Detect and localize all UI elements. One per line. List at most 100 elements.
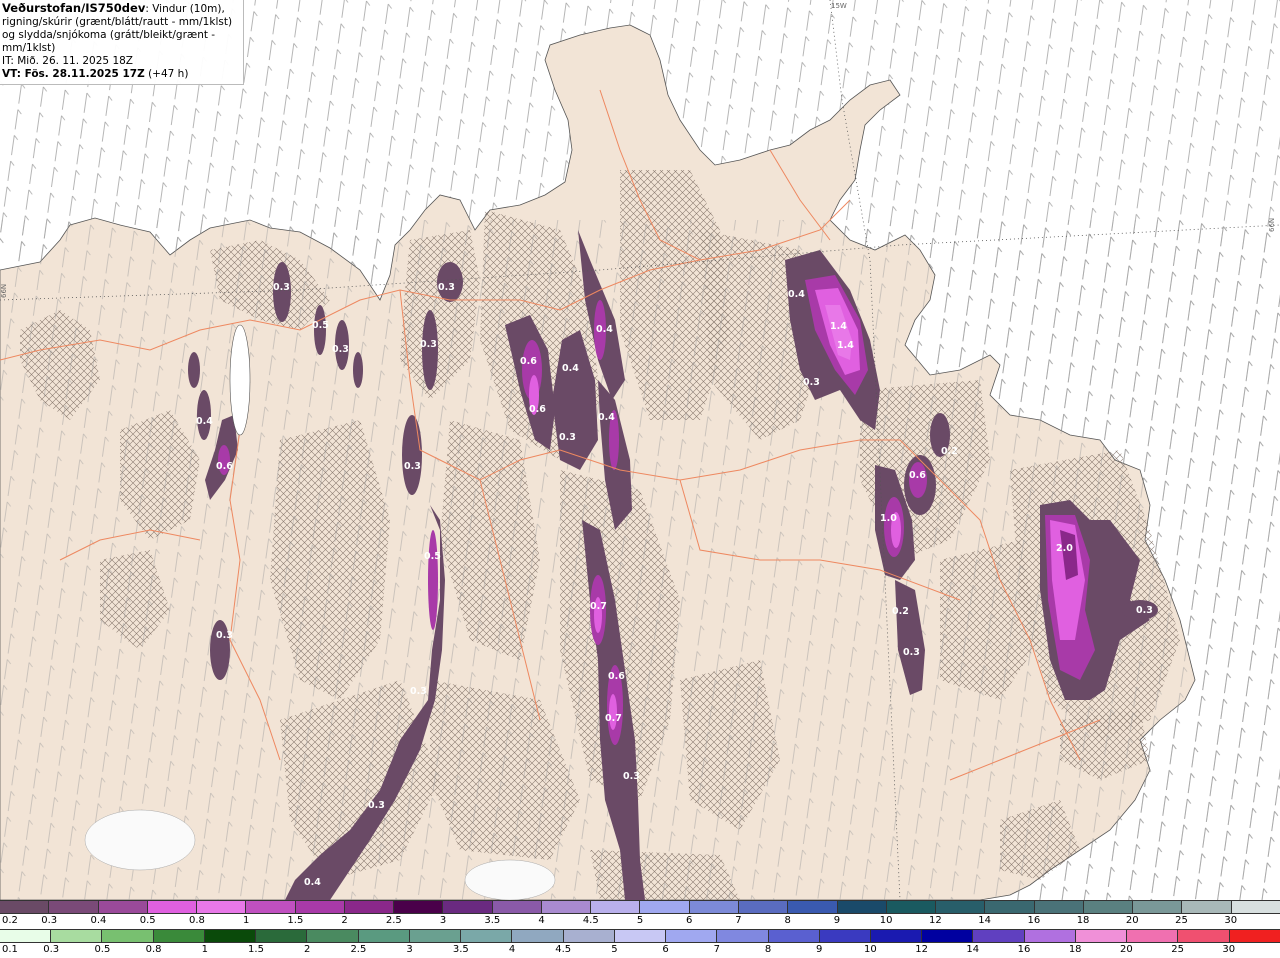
colorbar-swatch <box>640 901 690 913</box>
coord-left: 66N <box>0 283 8 298</box>
colorbar-snow-ticks: 0.2 0.3 0.4 0.5 0.8 1 1.5 2 2.5 3 3.5 4 4.5 5 6 7 8 9 10 12… <box>0 915 1280 928</box>
colorbar-tick-label: 7 <box>713 944 720 955</box>
colorbar-swatch <box>717 930 769 942</box>
precip-label: 0.4 <box>598 412 615 423</box>
colorbar-swatch <box>936 901 986 913</box>
colorbar-swatch <box>837 901 887 913</box>
colorbar-swatch <box>689 901 739 913</box>
colorbar-swatch <box>394 901 444 913</box>
colorbar-tick-label: 0.8 <box>188 915 205 926</box>
colorbar-swatch <box>973 930 1025 942</box>
colorbar-swatch <box>563 930 615 942</box>
precip-label: 0.3 <box>903 647 920 658</box>
ice-patch <box>464 859 556 900</box>
ice-patch <box>84 809 196 871</box>
colorbar-swatch <box>409 930 462 942</box>
colorbar-tick-label: 3.5 <box>484 915 501 926</box>
colorbar-tick-label: 4.5 <box>582 915 599 926</box>
colorbar-tick-label: 8 <box>764 944 772 955</box>
colorbar-swatch <box>492 901 542 913</box>
colorbar-swatch <box>358 930 410 942</box>
colorbar-tick-label: 1.5 <box>248 944 264 955</box>
valid-offset: (+47 h) <box>148 68 189 80</box>
colorbar-tick-label: 10 <box>879 915 893 926</box>
colorbar-tick-label: 5 <box>611 944 618 955</box>
colorbar-tick-label: 2.5 <box>350 944 367 955</box>
precip-label: 0.6 <box>520 356 537 367</box>
colorbar-tick-label: 0.5 <box>94 944 111 955</box>
colorbar-tick-label: 8 <box>784 915 791 926</box>
init-time: IT: Mið. 26. 11. 2025 18Z <box>2 55 133 67</box>
coord-right: 66N <box>1268 217 1276 232</box>
colorbar-swatch <box>1229 930 1280 942</box>
precip-label: 0.6 <box>216 461 233 472</box>
colorbar-swatch <box>768 930 820 942</box>
precip-label: 0.7 <box>605 713 622 724</box>
colorbar-swatch <box>738 901 789 913</box>
precip-label: 0.5 <box>312 320 329 331</box>
colorbar-tick-label: 12 <box>929 915 942 926</box>
colorbar-tick-label: 25 <box>1175 915 1188 926</box>
precip-label: 0.6 <box>608 671 625 682</box>
colorbar-swatch <box>461 930 513 942</box>
precip-label: 0.3 <box>368 800 385 811</box>
precip-label: 0.3 <box>410 686 427 697</box>
colorbar-swatch <box>307 930 359 942</box>
precip-label: 0.4 <box>788 289 805 300</box>
colorbar-swatch <box>788 901 838 913</box>
colorbar-swatch <box>1024 930 1076 942</box>
colorbar-swatch <box>512 930 564 942</box>
colorbar-tick-label: 4 <box>508 944 516 955</box>
precip-label: 1.4 <box>837 340 854 351</box>
valid-time: VT: Fös. 28.11.2025 17Z <box>2 68 145 80</box>
precip-label: 0.2 <box>941 446 958 457</box>
title-box: Veðurstofan/IS750dev: Vindur (10m), rign… <box>0 0 244 85</box>
colorbar-tick-label: 0.4 <box>90 915 107 926</box>
precip-label: 0.3 <box>1136 605 1153 616</box>
colorbar-swatch <box>541 901 592 913</box>
colorbar-tick-label: 10 <box>864 944 877 955</box>
colorbar-swatch <box>153 930 205 942</box>
colorbar-swatch <box>344 901 395 913</box>
colorbar-swatch <box>1231 901 1280 913</box>
colorbar-swatch <box>443 901 493 913</box>
colorbar-tick-label: 3.5 <box>452 944 469 955</box>
colorbar-tick-label: 9 <box>816 944 823 955</box>
colorbar-tick-label: 30 <box>1224 915 1238 926</box>
colorbar-swatch <box>1127 930 1179 942</box>
colorbar-swatch <box>1133 901 1183 913</box>
precip-label: 0.7 <box>590 601 607 612</box>
colorbar-tick-label: 6 <box>662 944 669 955</box>
precip-label: 0.3 <box>404 461 421 472</box>
colorbar-swatch <box>1182 901 1232 913</box>
colorbar-swatch <box>204 930 257 942</box>
colorbar-tick-label: 2 <box>341 915 348 926</box>
model-name: Veðurstofan/IS750dev <box>2 1 146 15</box>
precip-label: 0.5 <box>424 551 441 562</box>
colorbar-tick-label: 20 <box>1125 915 1139 926</box>
colorbar-swatch <box>295 901 345 913</box>
colorbar-tick-label: 0.3 <box>43 944 60 955</box>
colorbar-tick-label: 12 <box>915 944 928 955</box>
colorbar-swatch <box>614 930 667 942</box>
colorbar-swatch <box>147 901 198 913</box>
precip-label: 0.6 <box>909 470 926 481</box>
precip-label: 0.3 <box>803 377 820 388</box>
precip-label: 0.3 <box>559 432 576 443</box>
precip-label: 0.2 <box>892 606 909 617</box>
colorbar-tick-label: 14 <box>966 944 980 955</box>
colorbar-tick-label: 20 <box>1120 944 1133 955</box>
colorbar-tick-label: 1 <box>201 944 208 955</box>
colorbar-tick-label: 14 <box>978 915 991 926</box>
precip-label: 0.3 <box>332 344 349 355</box>
colorbar-rain <box>0 929 1280 943</box>
precip-label: 0.6 <box>529 404 546 415</box>
colorbar-swatch <box>870 930 923 942</box>
colorbar-tick-label: 0.1 <box>2 944 18 955</box>
colorbar-tick-label: 1.5 <box>287 915 304 926</box>
precip-label: 2.0 <box>1056 543 1073 554</box>
lake <box>229 324 251 436</box>
colorbar-swatch <box>985 901 1035 913</box>
colorbar-tick-label: 0.5 <box>139 915 156 926</box>
colorbar-tick-label: 25 <box>1171 944 1184 955</box>
